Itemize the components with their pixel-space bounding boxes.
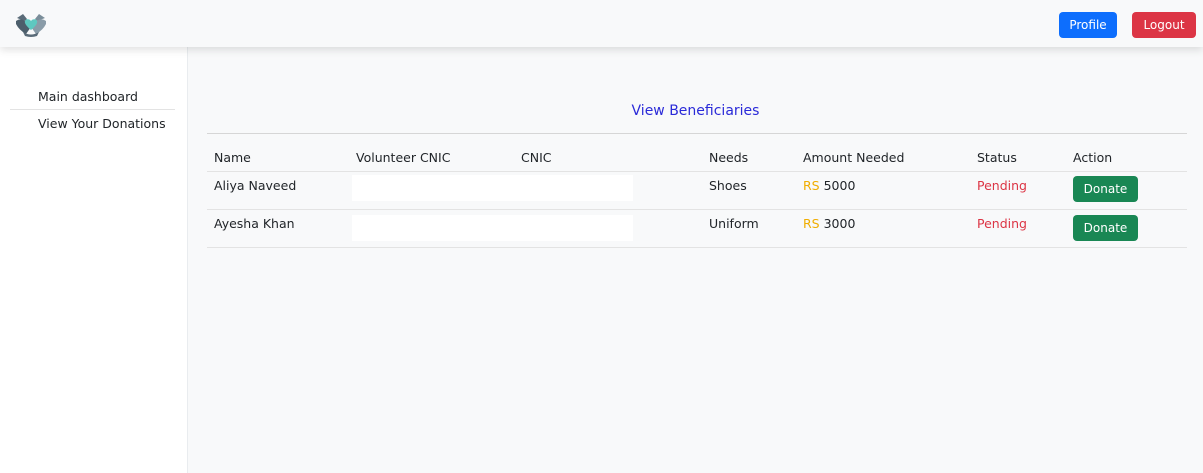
sidebar-divider — [10, 109, 175, 110]
header-amount-needed: Amount Needed — [803, 150, 905, 165]
status-badge: Pending — [977, 178, 1027, 193]
main-content: View Beneficiaries Name Volunteer CNIC C… — [188, 47, 1203, 473]
cell-amount: RS 5000 — [803, 178, 855, 193]
header-action: Action — [1073, 150, 1113, 165]
donate-button[interactable]: Donate — [1073, 215, 1138, 241]
sidebar-item-view-your-donations[interactable]: View Your Donations — [38, 116, 166, 131]
page-title: View Beneficiaries — [631, 103, 760, 119]
sidebar-item-main-dashboard[interactable]: Main dashboard — [38, 89, 138, 104]
donate-button[interactable]: Donate — [1073, 176, 1138, 202]
cell-name: Aliya Naveed — [214, 178, 297, 193]
status-badge: Pending — [977, 216, 1027, 231]
header-status: Status — [977, 150, 1017, 165]
title-divider — [207, 133, 1187, 134]
header-cnic: CNIC — [521, 150, 552, 165]
sidebar: Main dashboard View Your Donations — [0, 47, 188, 473]
amount-value: 5000 — [823, 178, 856, 193]
top-navbar: Profile Logout — [0, 0, 1203, 47]
header-volunteer-cnic: Volunteer CNIC — [356, 150, 451, 165]
profile-button[interactable]: Profile — [1059, 12, 1117, 38]
row-divider — [207, 209, 1187, 210]
header-name: Name — [214, 150, 251, 165]
cell-needs: Shoes — [709, 178, 747, 193]
cell-cnic-field — [352, 215, 633, 241]
cell-name: Ayesha Khan — [214, 216, 295, 231]
currency-label: RS — [803, 178, 820, 193]
row-divider — [207, 247, 1187, 248]
header-needs: Needs — [709, 150, 749, 165]
cell-amount: RS 3000 — [803, 216, 855, 231]
header-divider — [207, 171, 1187, 172]
currency-label: RS — [803, 216, 820, 231]
cell-needs: Uniform — [709, 216, 759, 231]
amount-value: 3000 — [823, 216, 856, 231]
cell-cnic-field — [352, 175, 633, 201]
helping-hands-heart-icon[interactable] — [13, 10, 49, 38]
logout-button[interactable]: Logout — [1132, 12, 1196, 38]
